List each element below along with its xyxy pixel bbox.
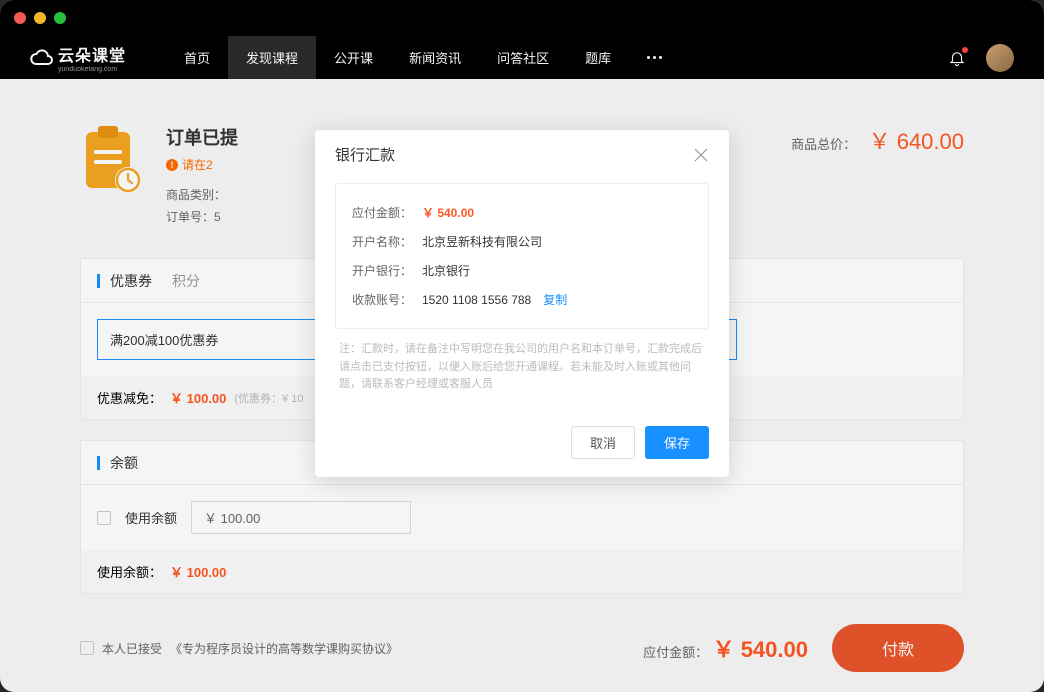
modal-account-number: 1520 1108 1556 788	[422, 293, 531, 307]
modal-account-name: 北京昱新科技有限公司	[422, 233, 542, 250]
copy-button[interactable]: 复制	[543, 291, 567, 308]
bank-info-box: 应付金额： ￥ 540.00 开户名称： 北京昱新科技有限公司 开户银行： 北京…	[335, 183, 709, 329]
bank-transfer-modal: 银行汇款 应付金额： ￥ 540.00 开户名称： 北京昱新科技有限公司	[315, 130, 729, 477]
modal-note: 注：汇款时，请在备注中写明您在我公司的用户名和本订单号，汇款完成后请点击已支付按…	[335, 329, 709, 406]
save-button[interactable]: 保存	[645, 426, 709, 459]
modal-amount: ￥ 540.00	[422, 204, 474, 221]
modal-title: 银行汇款	[335, 144, 395, 165]
modal-overlay[interactable]: 银行汇款 应付金额： ￥ 540.00 开户名称： 北京昱新科技有限公司	[0, 0, 1044, 692]
modal-close-button[interactable]	[693, 147, 709, 163]
cancel-button[interactable]: 取消	[571, 426, 635, 459]
close-icon	[693, 147, 709, 163]
modal-bank: 北京银行	[422, 262, 470, 279]
